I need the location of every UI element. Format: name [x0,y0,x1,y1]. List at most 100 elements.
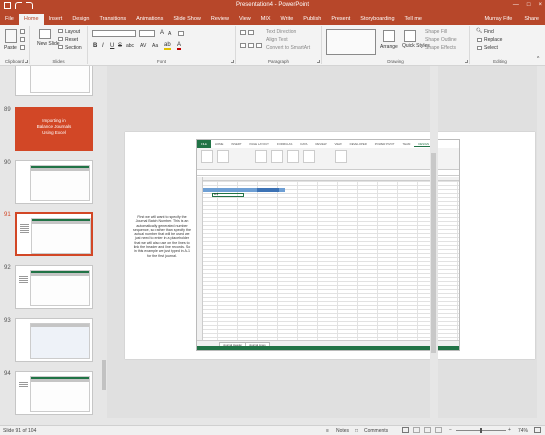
text-direction-button[interactable]: Text Direction [266,29,296,35]
strikethrough-button[interactable]: S [118,43,122,49]
clipboard-launcher-icon[interactable] [25,60,28,63]
thumbnail-scroll-thumb[interactable] [102,360,106,390]
paste-button[interactable]: Paste [4,45,17,51]
replace-button[interactable]: Replace [484,37,502,43]
underline-button[interactable]: U [110,43,114,49]
tab-write[interactable]: Write [276,14,299,25]
shape-fill-button[interactable]: Shape Fill [425,29,447,35]
slide-thumbnail-92[interactable] [15,265,93,309]
paste-icon[interactable] [5,29,17,43]
italic-button[interactable]: I [102,43,104,49]
zoom-in-icon[interactable]: + [508,427,511,433]
shapes-gallery[interactable] [326,29,376,55]
font-name-dropdown[interactable] [92,30,136,37]
paragraph-launcher-icon[interactable] [317,60,320,63]
align-text-button[interactable]: Align Text [266,37,288,43]
tab-present[interactable]: Present [326,14,355,25]
tab-transitions[interactable]: Transitions [94,14,131,25]
normal-view-icon[interactable] [402,427,409,433]
tab-mix[interactable]: MIX [256,14,276,25]
format-painter-icon[interactable] [20,45,25,50]
tab-view[interactable]: View [234,14,256,25]
convert-to-smartart-button[interactable]: Convert to SmartArt [266,45,310,51]
fit-to-window-icon[interactable] [534,427,541,433]
excel-screenshot[interactable]: FILE HOME INSERT PAGE LAYOUT FORMULAS DA… [196,139,460,351]
canvas-horizontal-scrollbar[interactable] [107,418,537,425]
align-center-icon[interactable] [248,43,254,48]
font-size-dropdown[interactable] [139,30,155,37]
numbering-icon[interactable] [248,30,254,35]
slide-thumbnail-88[interactable] [15,66,93,96]
minimize-button[interactable]: — [513,2,519,8]
status-bar: Slide 91 of 104 ≡ Notes □ Comments − + 7… [0,425,545,435]
align-right-icon[interactable] [256,43,262,48]
zoom-level[interactable]: 74% [518,428,528,434]
text-shadow-button[interactable]: abc [126,43,134,49]
current-slide[interactable]: First we will want to specify the Journa… [125,132,535,359]
quick-styles-button[interactable]: Quick Styles [402,44,430,49]
slide-show-icon[interactable] [435,427,442,433]
mini-bar [31,379,89,382]
slide-thumbnail-91[interactable] [15,212,93,256]
align-left-icon[interactable] [240,43,246,48]
layout-button[interactable]: Layout [65,29,80,35]
collapse-ribbon-icon[interactable]: ^ [537,56,539,62]
share-button[interactable]: Share [518,14,545,25]
slide-body-text[interactable]: First we will want to specify the Journa… [133,215,191,258]
zoom-slider-handle[interactable] [480,428,482,433]
tab-design[interactable]: Design [67,14,94,25]
thumbnail-text [19,382,28,388]
reading-view-icon[interactable] [424,427,431,433]
character-spacing-button[interactable]: AV [140,43,146,49]
tab-file[interactable]: File [0,14,19,25]
tab-review[interactable]: Review [206,14,234,25]
bold-button[interactable]: B [93,43,97,49]
tab-insert[interactable]: Insert [44,14,68,25]
highlight-color-button[interactable]: ab [164,42,171,50]
new-slide-icon[interactable] [39,29,51,39]
tab-home[interactable]: Home [18,14,44,25]
user-name[interactable]: Murray Fife [479,14,519,25]
clear-formatting-icon[interactable] [178,31,184,36]
reset-button[interactable]: Reset [65,37,78,43]
excel-column-headers [197,177,459,181]
slide-thumbnail-93[interactable] [15,318,93,362]
font-color-button[interactable]: A [177,42,182,50]
canvas-vertical-scrollbar[interactable] [430,66,438,425]
font-group: A A B I U S abc AV Aa ab A Font [88,26,236,64]
slide-sorter-icon[interactable] [413,427,420,433]
notes-button[interactable]: Notes [336,428,349,434]
excel-tool-icon [271,150,283,163]
close-button[interactable]: × [538,2,542,8]
arrange-icon[interactable] [383,30,395,42]
maximize-button[interactable]: □ [527,2,531,8]
bullets-icon[interactable] [240,30,246,35]
drawing-launcher-icon[interactable] [465,60,468,63]
font-launcher-icon[interactable] [231,60,234,63]
slide-thumbnail-89[interactable]: Importing in Balance Journals Using Exce… [15,107,93,151]
slide-thumbnail-90[interactable] [15,160,93,204]
cut-icon[interactable] [20,29,25,34]
canvas-scroll-thumb[interactable] [431,153,436,353]
tab-animations[interactable]: Animations [131,14,168,25]
tell-me-search[interactable]: Tell me [400,14,427,25]
tab-slide-show[interactable]: Slide Show [168,14,206,25]
shape-effects-button[interactable]: Shape Effects [425,45,456,51]
zoom-out-icon[interactable]: − [449,427,452,433]
new-slide-button[interactable]: New Slide [37,42,60,47]
select-button[interactable]: Select [484,45,498,51]
shape-outline-button[interactable]: Shape Outline [425,37,457,43]
tab-publish[interactable]: Publish [298,14,326,25]
shrink-font-icon[interactable]: A [168,31,171,37]
section-button[interactable]: Section [65,45,82,51]
quick-styles-icon[interactable] [404,30,416,42]
find-button[interactable]: Find [484,29,494,35]
tab-storyboarding[interactable]: Storyboarding [355,14,399,25]
window-title: Presentation4 - PowerPoint [235,2,310,8]
comments-button[interactable]: Comments [364,428,388,434]
grow-font-icon[interactable]: A [160,30,164,36]
change-case-button[interactable]: Aa [152,43,158,49]
copy-icon[interactable] [20,37,25,42]
arrange-button[interactable]: Arrange [380,44,398,50]
slide-thumbnail-94[interactable] [15,371,93,415]
